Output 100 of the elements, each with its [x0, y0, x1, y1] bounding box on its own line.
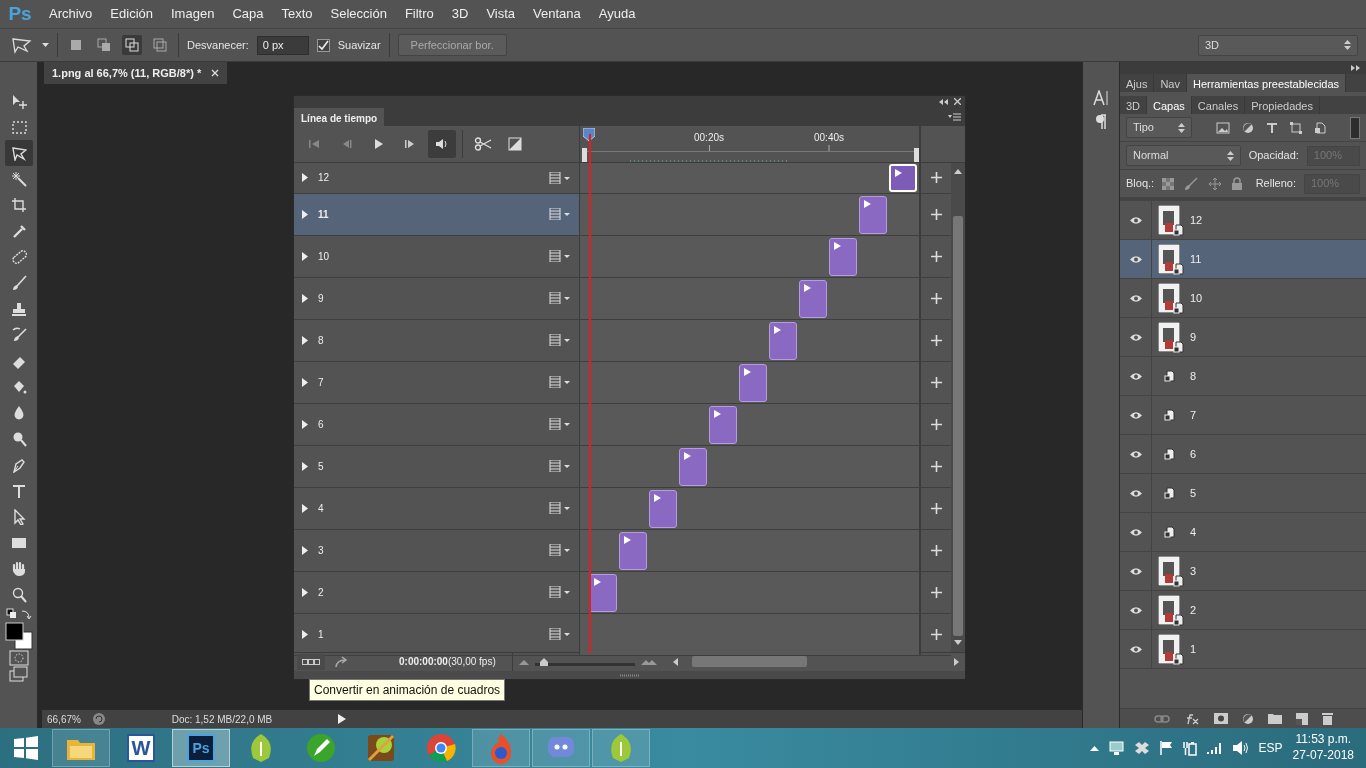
video-clip[interactable] — [739, 363, 767, 402]
add-icon[interactable] — [930, 502, 942, 514]
zoom-in-icon[interactable] — [640, 658, 657, 665]
layer-row[interactable]: 3 — [1120, 552, 1366, 591]
add-icon[interactable] — [930, 334, 942, 346]
add-icon[interactable] — [930, 586, 942, 598]
workspace-dropdown[interactable]: 3D — [1198, 34, 1358, 56]
expand-arrow-icon[interactable] — [302, 251, 308, 261]
film-strip-icon[interactable] — [549, 460, 571, 473]
swap-colors-icon[interactable] — [5, 608, 32, 622]
layer-row[interactable]: 9 — [1120, 318, 1366, 357]
audio-button[interactable] — [428, 129, 456, 158]
lock-pixels-icon[interactable] — [1162, 177, 1175, 190]
film-strip-icon[interactable] — [549, 418, 571, 431]
lock-move-icon[interactable] — [1208, 176, 1223, 191]
film-strip-icon[interactable] — [549, 292, 571, 305]
expand-arrow-icon[interactable] — [302, 293, 308, 303]
work-area-end-handle[interactable] — [914, 147, 919, 162]
taskbar-app[interactable]: W — [112, 729, 170, 767]
film-strip-icon[interactable] — [549, 171, 571, 184]
video-clip[interactable] — [829, 237, 857, 276]
scroll-up-icon[interactable] — [954, 168, 962, 174]
image-filter-icon[interactable] — [1216, 121, 1230, 134]
film-strip-icon[interactable] — [549, 334, 571, 347]
panel-tab[interactable]: Herramientas preestablecidas — [1186, 74, 1347, 92]
panel-tab[interactable]: Ajus — [1120, 74, 1155, 92]
add-icon[interactable] — [930, 292, 942, 304]
slider-thumb[interactable] — [540, 657, 549, 666]
caret-icon[interactable] — [42, 43, 49, 47]
eye-icon[interactable] — [1128, 371, 1143, 381]
film-strip-icon[interactable] — [549, 544, 571, 557]
collapse-icon[interactable] — [939, 98, 948, 105]
scrollbar-thumb[interactable] — [953, 215, 963, 636]
paragraph-panel-icon[interactable] — [1095, 114, 1107, 130]
layer-row[interactable]: 4 — [1120, 513, 1366, 552]
filter-toggle[interactable] — [1350, 116, 1360, 139]
scrollbar-thumb[interactable] — [691, 656, 807, 668]
windows-logo-icon[interactable] — [14, 736, 38, 760]
add-icon[interactable] — [930, 418, 942, 430]
expand-arrow-icon[interactable] — [302, 173, 308, 183]
mask-icon[interactable] — [1213, 713, 1228, 724]
adjustment-layer-icon[interactable] — [1241, 712, 1254, 725]
character-panel-icon[interactable] — [1093, 90, 1109, 106]
battery-icon[interactable] — [1182, 740, 1197, 756]
menu-item[interactable]: Ayuda — [589, 4, 645, 24]
add-icon[interactable] — [930, 628, 942, 640]
video-clip[interactable] — [799, 279, 827, 318]
smart-object-filter-icon[interactable] — [1314, 121, 1326, 134]
playhead-handle-icon[interactable] — [583, 127, 595, 142]
menu-item[interactable]: Vista — [477, 4, 525, 24]
eye-icon[interactable] — [1128, 293, 1143, 303]
expand-arrow-icon[interactable] — [302, 461, 308, 471]
expand-arrow-icon[interactable] — [302, 545, 308, 555]
eye-icon[interactable] — [1128, 527, 1143, 537]
selection-mode-button[interactable] — [150, 35, 170, 55]
quick-mask-icon[interactable] — [8, 650, 29, 666]
add-icon[interactable] — [930, 460, 942, 472]
panel-tab[interactable]: Nav — [1154, 74, 1187, 92]
expand-arrow-icon[interactable] — [302, 377, 308, 387]
expand-icon[interactable] — [1351, 65, 1360, 71]
layer-row[interactable]: 6 — [1120, 435, 1366, 474]
add-icon[interactable] — [930, 376, 942, 388]
layer-row[interactable]: 2 — [1120, 591, 1366, 630]
trash-icon[interactable] — [1321, 712, 1333, 725]
menu-item[interactable]: Imagen — [162, 4, 224, 24]
film-strip-icon[interactable] — [549, 208, 571, 221]
panel-tab[interactable]: Capas — [1147, 96, 1192, 114]
taskbar-app[interactable]: Ps — [172, 729, 230, 767]
scroll-left-icon[interactable] — [672, 657, 678, 666]
layer-row[interactable]: 5 — [1120, 474, 1366, 513]
menu-item[interactable]: 3D — [442, 4, 478, 24]
lasso-tool-icon[interactable] — [10, 36, 34, 54]
lock-brush-icon[interactable] — [1184, 176, 1199, 191]
eye-icon[interactable] — [1128, 449, 1143, 459]
layer-row[interactable]: 8 — [1120, 357, 1366, 396]
video-clip[interactable] — [589, 573, 617, 612]
taskbar-app[interactable] — [52, 729, 110, 767]
layer-row[interactable]: 10 — [1120, 279, 1366, 318]
color-swatches-icon[interactable] — [4, 622, 33, 650]
expand-arrow-icon[interactable] — [302, 629, 308, 639]
film-strip-icon[interactable] — [549, 250, 571, 263]
signal-icon[interactable] — [1206, 742, 1223, 754]
track-header[interactable]: 11 — [294, 193, 580, 235]
eye-icon[interactable] — [1128, 566, 1143, 576]
scroll-right-icon[interactable] — [954, 657, 959, 666]
speaker-icon[interactable] — [1232, 741, 1249, 755]
type-filter-icon[interactable] — [1266, 121, 1278, 134]
eye-icon[interactable] — [1128, 605, 1143, 615]
shape-filter-icon[interactable] — [1290, 121, 1302, 134]
convert-frames-button[interactable] — [297, 653, 325, 670]
menu-item[interactable]: Texto — [272, 4, 322, 24]
taskbar-app[interactable] — [472, 729, 530, 767]
video-clip[interactable] — [619, 531, 647, 570]
film-strip-icon[interactable] — [549, 376, 571, 389]
film-strip-icon[interactable] — [549, 586, 571, 599]
expand-arrow-icon[interactable] — [302, 335, 308, 345]
eye-icon[interactable] — [1128, 215, 1143, 225]
expand-arrow-icon[interactable] — [302, 587, 308, 597]
menu-item[interactable]: Ventana — [524, 4, 590, 24]
new-layer-icon[interactable] — [1295, 712, 1308, 725]
